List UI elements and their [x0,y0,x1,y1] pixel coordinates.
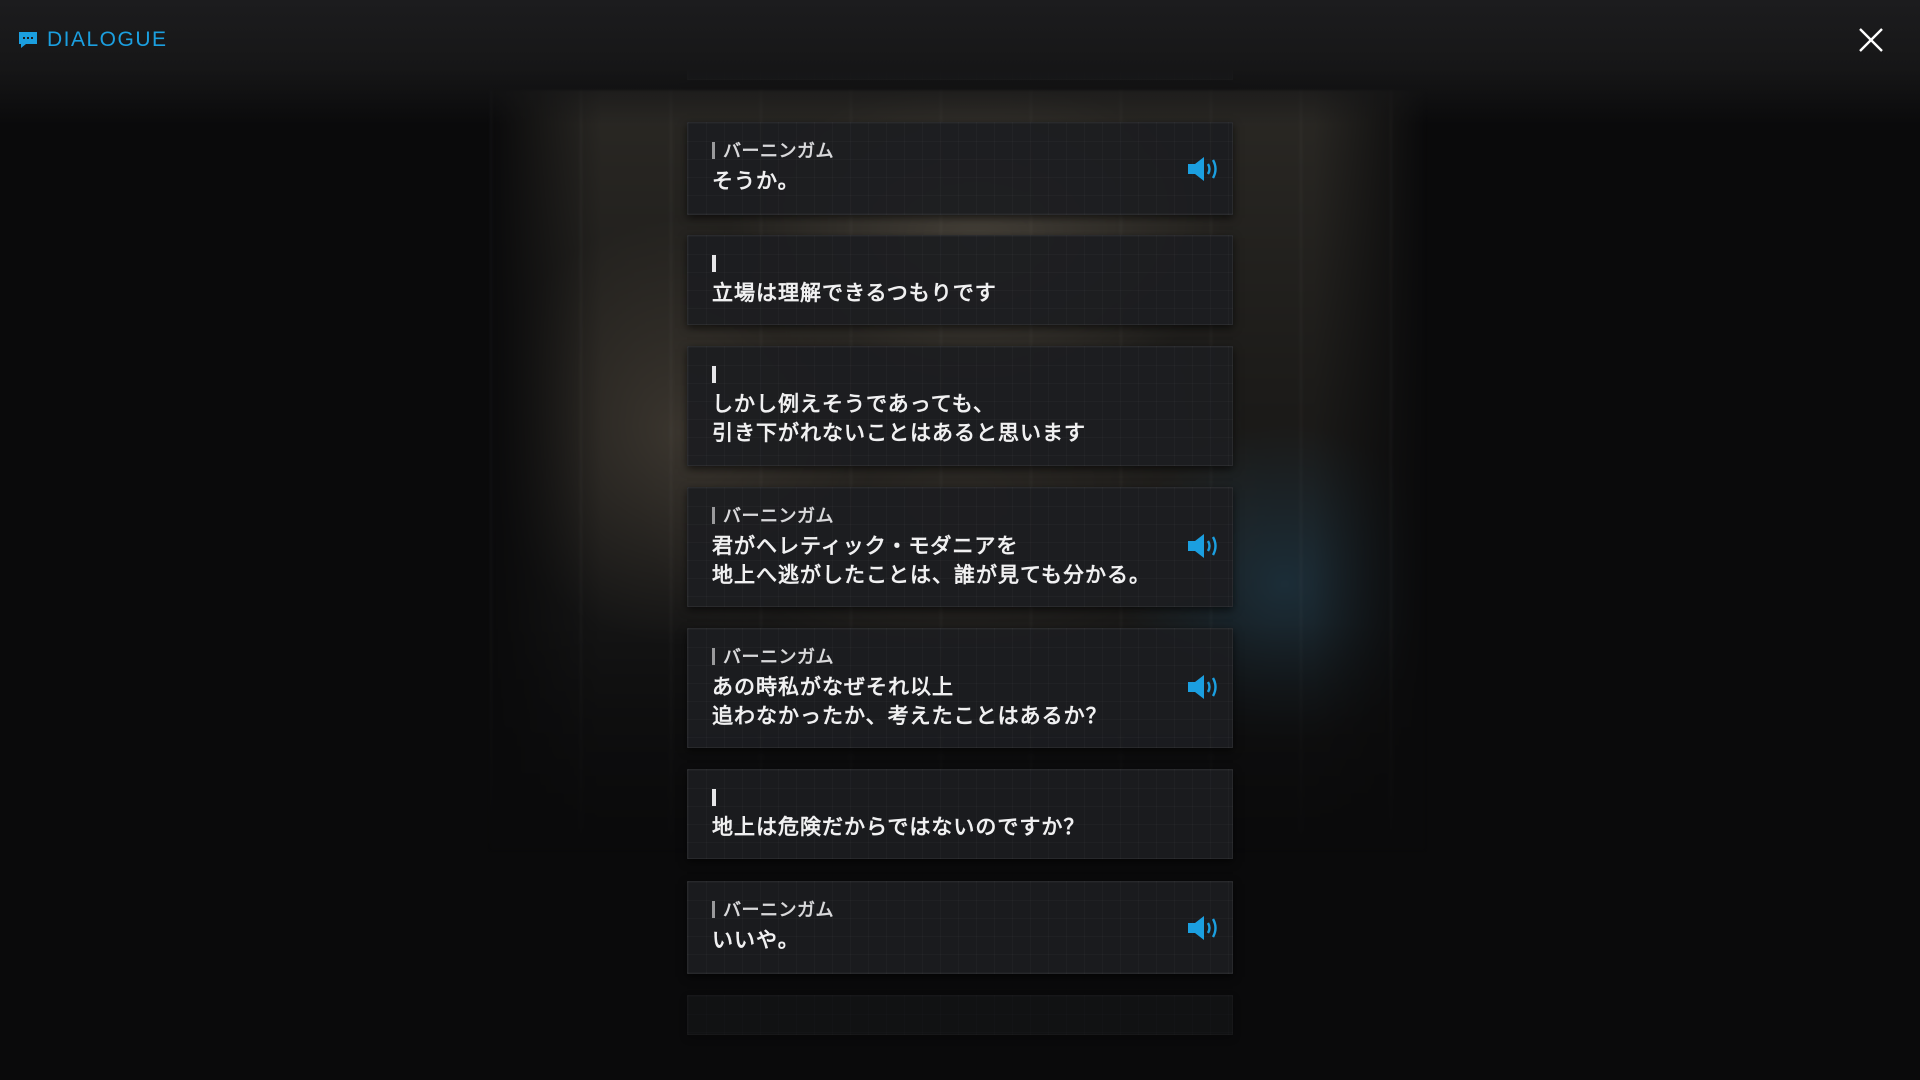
close-icon [1859,28,1883,52]
speaker-marker [712,788,716,806]
speaker-marker [712,900,715,918]
dialogue-list[interactable]: バーニンガム そうか。 立場は理解できるつもりです しかし例えそうであっても、 … [687,50,1233,1080]
speaker-row: バーニンガム [712,505,834,527]
dialogue-entry: バーニンガム 君がヘレティック・モダニアを 地上へ逃がしたことは、誰が見ても分か… [687,487,1233,607]
dialogue-text: あの時私がなぜそれ以上 追わなかったか、考えたことはあるか？ [712,675,1108,728]
speaker-row [712,253,724,273]
speaker-marker [712,365,716,383]
dialogue-log-screen: DIALOGUE バーニンガム そうか。 立場は理解できるつもりです しかし例え… [0,0,1920,1080]
speaker-row [712,364,724,384]
dialogue-text: 地上は危険だからではないのですか？ [712,815,1086,839]
dialogue-entry: バーニンガム いいや。 [687,881,1233,974]
speaker-name: バーニンガム [723,141,834,162]
speaker-volume-icon [1188,675,1217,699]
voice-replay-button[interactable] [1186,532,1222,560]
close-button[interactable] [1855,24,1887,56]
dialogue-entry: バーニンガム あの時私がなぜそれ以上 追わなかったか、考えたことはあるか？ [687,628,1233,748]
dialogue-text: いいや。 [712,928,800,952]
dialogue-text: 立場は理解できるつもりです [712,281,997,305]
speaker-row: バーニンガム [712,140,834,162]
title-group: DIALOGUE [18,28,168,52]
speaker-marker [712,141,715,159]
dialogue-entry: しかし例えそうであっても、 引き下がれないことはあると思います [687,346,1233,466]
voice-replay-button[interactable] [1186,914,1222,942]
speaker-name: バーニンガム [723,647,834,668]
page-title: DIALOGUE [47,28,168,51]
dialogue-entry: 地上は危険だからではないのですか？ [687,769,1233,859]
chat-bubble-icon [19,32,37,48]
voice-replay-button[interactable] [1186,155,1222,183]
dialogue-entry: 立場は理解できるつもりです [687,235,1233,325]
dialogue-entry-partial [687,995,1233,1035]
speaker-row: バーニンガム [712,646,834,668]
dialogue-text: 君がヘレティック・モダニアを 地上へ逃がしたことは、誰が見ても分かる。 [712,534,1151,587]
dialogue-text: そうか。 [712,169,800,193]
speaker-marker [712,254,716,272]
speaker-marker [712,506,715,524]
speaker-volume-icon [1188,157,1217,181]
top-bar: DIALOGUE [0,0,1920,125]
dialogue-text: しかし例えそうであっても、 引き下がれないことはあると思います [712,392,1086,445]
speaker-name: バーニンガム [723,900,834,921]
voice-replay-button[interactable] [1186,673,1222,701]
speaker-name: バーニンガム [723,506,834,527]
dialogue-entry: バーニンガム そうか。 [687,122,1233,215]
speaker-row: バーニンガム [712,899,834,921]
speaker-row [712,787,724,807]
speaker-volume-icon [1188,916,1217,940]
speaker-volume-icon [1188,534,1217,558]
speaker-marker [712,647,715,665]
